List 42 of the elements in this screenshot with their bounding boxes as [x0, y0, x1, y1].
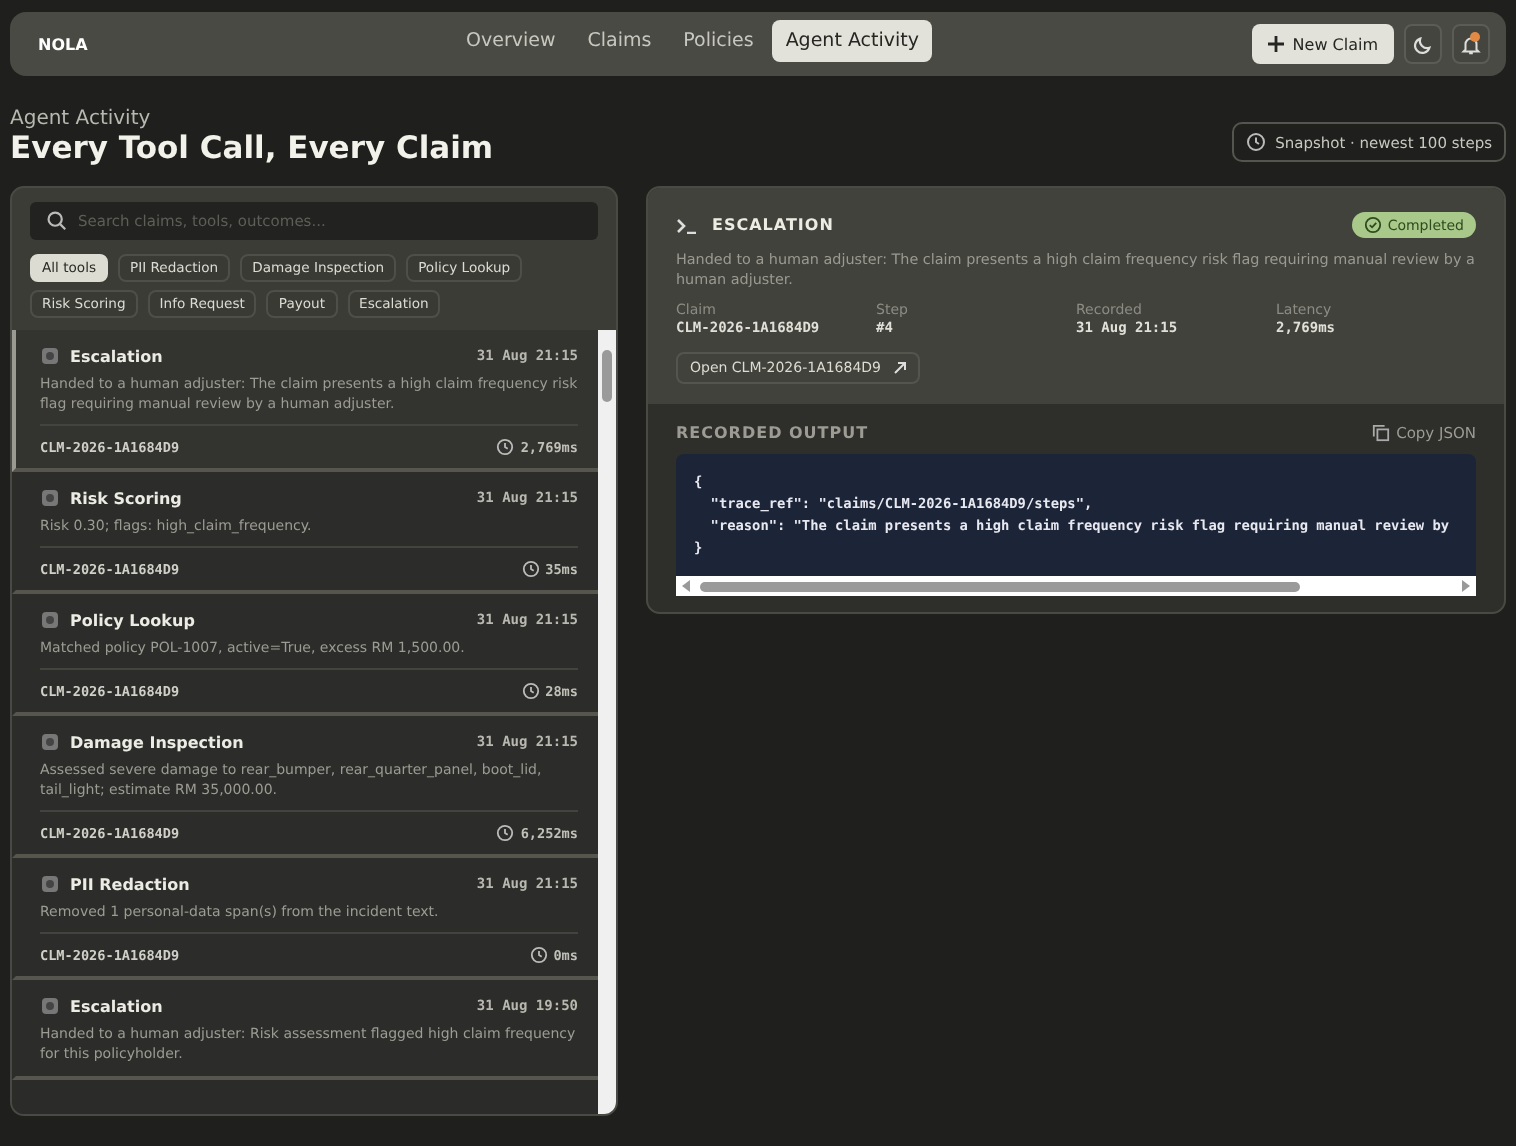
section-heading: RECORDED OUTPUT [676, 424, 869, 442]
tool-name: Risk Scoring [70, 489, 182, 507]
scrollbar[interactable] [598, 330, 616, 1114]
clock-icon [1245, 132, 1266, 152]
tool-name: Escalation [70, 997, 163, 1015]
scroll-right-icon[interactable] [1460, 580, 1470, 592]
tool-icon [40, 732, 60, 752]
nav-tab[interactable]: Claims [573, 20, 666, 62]
scrollbar[interactable] [676, 576, 1476, 596]
notifications-button[interactable] [1452, 24, 1490, 64]
scroll-left-icon[interactable] [682, 580, 692, 592]
brand-logo[interactable]: NOLA [38, 35, 88, 53]
theme-toggle-button[interactable] [1404, 24, 1442, 64]
tool-icon [40, 610, 60, 630]
clock-icon [529, 946, 548, 964]
clock-icon [496, 824, 515, 842]
moon-icon [1412, 33, 1434, 55]
page-eyebrow: Agent Activity [10, 108, 153, 130]
tool-icon [40, 346, 60, 366]
tool-name: Escalation [70, 347, 163, 365]
check-circle-icon [1363, 216, 1382, 234]
external-link-icon [893, 362, 906, 374]
new-claim-button[interactable]: New Claim [1252, 24, 1394, 64]
tool-name: Damage Inspection [70, 733, 244, 751]
nav-tab[interactable]: Agent Activity [771, 20, 933, 62]
copy-icon [1372, 424, 1391, 442]
search-icon [46, 210, 68, 232]
nav-tab[interactable]: Policies [669, 20, 768, 62]
tool-name: Policy Lookup [70, 611, 195, 629]
tool-name: PII Redaction [70, 875, 190, 893]
clock-icon [496, 438, 515, 456]
tool-icon [40, 874, 60, 894]
tool-icon [40, 488, 60, 508]
bell-icon [1460, 33, 1482, 55]
step-tool-name: ESCALATION [712, 216, 834, 234]
tool-icon [40, 996, 60, 1016]
clock-icon [521, 560, 540, 578]
page-title: Every Tool Call, Every Claim [10, 130, 494, 166]
plus-icon [1268, 36, 1285, 52]
clock-icon [521, 682, 540, 700]
nav-tab[interactable]: Overview [452, 20, 570, 62]
terminal-icon [676, 217, 698, 233]
